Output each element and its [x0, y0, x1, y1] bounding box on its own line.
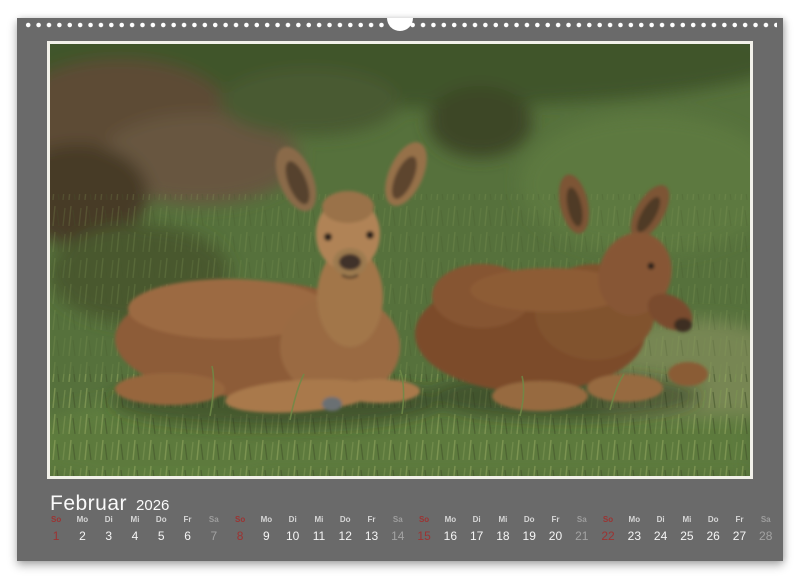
day-of-week-label: Fr: [368, 515, 376, 525]
day-number: 25: [680, 529, 693, 543]
day-number: 11: [313, 529, 325, 543]
calendar-day-cell: Fr 13: [358, 515, 384, 543]
day-number: 17: [470, 529, 483, 543]
calendar-day-cell: Di 24: [647, 515, 673, 543]
day-number: 14: [391, 529, 404, 543]
day-of-week-label: Mi: [498, 515, 507, 525]
day-number: 21: [575, 529, 588, 543]
calendar-day-cell: Mo 23: [621, 515, 647, 543]
day-of-week-label: Mo: [629, 515, 641, 525]
calendar-day-cell: Do 26: [700, 515, 726, 543]
day-number: 22: [601, 529, 614, 543]
day-of-week-label: Sa: [761, 515, 771, 525]
day-of-week-label: Do: [156, 515, 167, 525]
day-number: 2: [79, 529, 86, 543]
calendar-day-cell: Di 17: [464, 515, 490, 543]
day-of-week-label: Fr: [735, 515, 743, 525]
day-of-week-label: Do: [524, 515, 535, 525]
calendar-page: Februar 2026 So 1 Mo 2 Di 3 Mi 4 Do 5 Fr…: [17, 18, 783, 561]
day-number: 10: [286, 529, 299, 543]
calendar-day-cell: Di 3: [96, 515, 122, 543]
month-name: Februar: [50, 492, 127, 516]
calendar-day-cell: Mi 25: [674, 515, 700, 543]
calendar-day-cell: Sa 28: [753, 515, 779, 543]
day-number: 19: [523, 529, 536, 543]
day-of-week-label: Sa: [209, 515, 219, 525]
day-of-week-label: Di: [289, 515, 297, 525]
day-of-week-label: Sa: [577, 515, 587, 525]
calendar-day-cell: Fr 27: [726, 515, 752, 543]
day-of-week-label: Di: [657, 515, 665, 525]
day-number: 13: [365, 529, 378, 543]
day-number: 7: [210, 529, 217, 543]
calendar-day-cell: Do 12: [332, 515, 358, 543]
day-number: 3: [105, 529, 112, 543]
day-of-week-label: So: [235, 515, 245, 525]
day-number: 6: [184, 529, 191, 543]
day-of-week-label: Mo: [445, 515, 457, 525]
calendar-day-cell: Mo 2: [69, 515, 95, 543]
day-of-week-label: So: [419, 515, 429, 525]
day-of-week-label: Do: [340, 515, 351, 525]
day-number: 28: [759, 529, 772, 543]
day-of-week-label: Do: [708, 515, 719, 525]
calendar-day-cell: Sa 7: [201, 515, 227, 543]
photo-frame: [47, 41, 753, 479]
day-number: 4: [132, 529, 139, 543]
calendar-day-cell: So 15: [411, 515, 437, 543]
calendar-day-cell: Sa 14: [385, 515, 411, 543]
calendar-day-cell: Mi 11: [306, 515, 332, 543]
moose-calves-photo: [50, 44, 750, 476]
day-number: 27: [733, 529, 746, 543]
day-number: 16: [444, 529, 457, 543]
calendar-day-cell: Do 19: [516, 515, 542, 543]
day-of-week-label: Mo: [77, 515, 89, 525]
month-title: Februar 2026: [50, 492, 169, 516]
day-number: 20: [549, 529, 562, 543]
calendar-day-cell: So 22: [595, 515, 621, 543]
calendar-day-cell: Sa 21: [569, 515, 595, 543]
calendar-day-cell: Mi 18: [490, 515, 516, 543]
calendar-day-cell: So 1: [43, 515, 69, 543]
day-of-week-label: Fr: [184, 515, 192, 525]
calendar-grid: So 1 Mo 2 Di 3 Mi 4 Do 5 Fr 6 Sa 7 So 8 …: [43, 515, 779, 543]
day-of-week-label: Mi: [131, 515, 140, 525]
day-of-week-label: Mi: [315, 515, 324, 525]
calendar-day-cell: So 8: [227, 515, 253, 543]
day-number: 23: [628, 529, 641, 543]
day-of-week-label: Mi: [682, 515, 691, 525]
day-number: 26: [706, 529, 719, 543]
calendar-day-cell: Mo 16: [437, 515, 463, 543]
calendar-day-cell: Di 10: [280, 515, 306, 543]
day-number: 1: [53, 529, 60, 543]
day-number: 8: [237, 529, 244, 543]
day-number: 12: [339, 529, 352, 543]
day-number: 15: [417, 529, 430, 543]
day-of-week-label: Fr: [551, 515, 559, 525]
day-of-week-label: Mo: [261, 515, 273, 525]
day-of-week-label: So: [603, 515, 613, 525]
day-number: 5: [158, 529, 165, 543]
day-number: 9: [263, 529, 270, 543]
calendar-day-cell: Do 5: [148, 515, 174, 543]
day-of-week-label: Sa: [393, 515, 403, 525]
day-number: 24: [654, 529, 667, 543]
day-number: 18: [496, 529, 509, 543]
day-of-week-label: So: [51, 515, 61, 525]
calendar-day-cell: Fr 20: [542, 515, 568, 543]
year-label: 2026: [136, 497, 169, 514]
calendar-day-cell: Fr 6: [174, 515, 200, 543]
calendar-day-cell: Mi 4: [122, 515, 148, 543]
day-of-week-label: Di: [473, 515, 481, 525]
day-of-week-label: Di: [105, 515, 113, 525]
calendar-day-cell: Mo 9: [253, 515, 279, 543]
